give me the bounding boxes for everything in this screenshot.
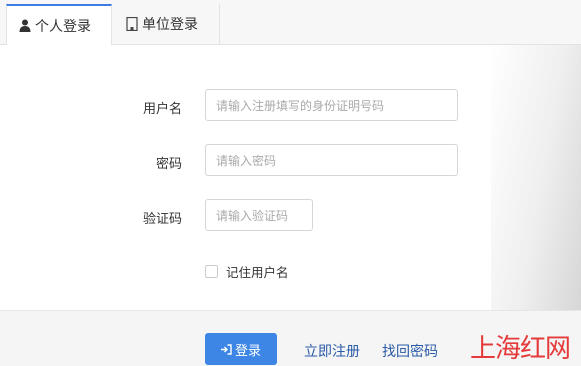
captcha-input[interactable]: 请输入验证码 (205, 199, 313, 231)
captcha-label: 验证码 (142, 212, 182, 227)
remember-label: 记住用户名 (226, 265, 289, 280)
register-link[interactable]: 立即注册 (304, 341, 360, 361)
password-label: 密码 (155, 157, 182, 172)
building-icon (126, 17, 138, 31)
tab-organization-login[interactable]: 单位登录 (114, 4, 220, 44)
username-input[interactable]: 请输入注册填写的身份证明号码 (205, 89, 458, 121)
remember-username[interactable]: 记住用户名 (205, 262, 289, 281)
password-input[interactable]: 请输入密码 (205, 144, 458, 176)
user-icon (19, 19, 31, 32)
username-label: 用户名 (142, 102, 182, 117)
login-tab-bar: 个人登录 单位登录 (0, 0, 581, 45)
login-button[interactable]: 登录 (205, 333, 277, 365)
forgot-password-link[interactable]: 找回密码 (382, 341, 438, 361)
tab-organization-label: 单位登录 (142, 17, 198, 33)
watermark-text: 上海红网 (470, 334, 571, 364)
tab-personal-label: 个人登录 (35, 18, 91, 35)
background-decoration (491, 40, 581, 310)
tab-personal-login[interactable]: 个人登录 (6, 4, 112, 45)
remember-checkbox[interactable] (205, 265, 218, 278)
login-button-label: 登录 (234, 343, 261, 359)
sign-in-icon (220, 343, 232, 355)
